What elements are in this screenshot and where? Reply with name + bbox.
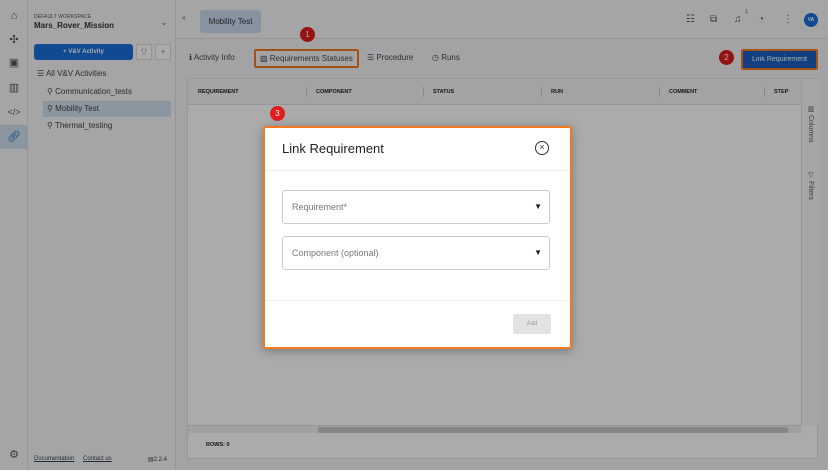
dialog-title: Link Requirement <box>282 141 384 156</box>
component-placeholder: Component (optional) <box>292 248 379 258</box>
component-select[interactable]: Component (optional) ▼ <box>282 236 550 270</box>
caret-down-icon: ▼ <box>534 248 542 257</box>
add-button[interactable]: Add <box>513 314 551 334</box>
app: ⌂ ✣ ▣ ▥ </> 🔗︎ ⚙ DEFAULT WORKSPACE Mars_… <box>0 0 828 470</box>
close-icon[interactable]: × <box>535 141 549 155</box>
link-requirement-dialog: Link Requirement × Requirement* ▼ Compone… <box>263 126 572 349</box>
annotation-badge-3: 3 <box>270 106 285 121</box>
requirement-placeholder: Requirement* <box>292 202 348 212</box>
divider <box>265 170 570 171</box>
requirement-select[interactable]: Requirement* ▼ <box>282 190 550 224</box>
divider <box>265 300 570 301</box>
caret-down-icon: ▼ <box>534 202 542 211</box>
